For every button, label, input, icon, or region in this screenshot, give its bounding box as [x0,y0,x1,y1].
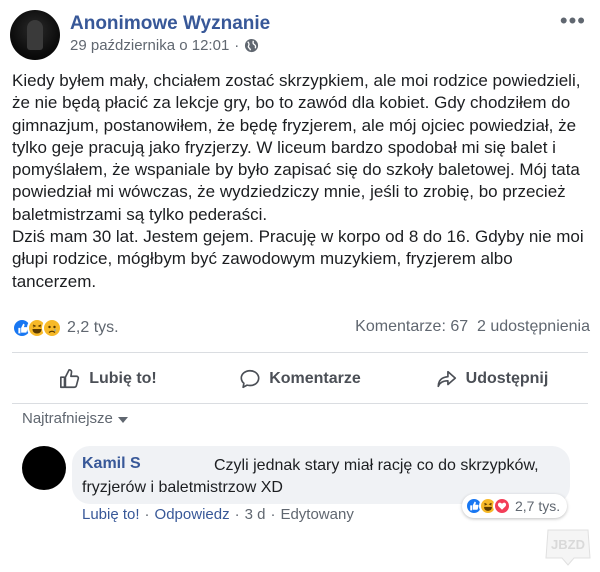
sort-label: Najtrafniejsze [22,410,113,427]
comment-reply-link[interactable]: Odpowiedz [155,506,230,523]
comment-age[interactable]: 3 d [245,506,266,523]
comment-action-dot: · [234,506,240,523]
post-actions-row: Lubię to! Komentarze Udostępnij [12,358,588,400]
comment-action-dot: · [270,506,276,523]
page-name-link[interactable]: Anonimowe Wyznanie [70,13,270,35]
comment-button[interactable]: Komentarze [204,358,396,400]
love-reaction-icon [493,497,511,515]
post-body-text: Kiedy byłem mały, chciałem zostać skrzyp… [12,71,584,291]
caret-down-icon [117,416,128,423]
more-dots-icon[interactable]: ••• [560,10,586,32]
comment-reactions[interactable]: 2,7 tys. [462,494,568,518]
globe-icon [245,38,259,53]
meta-separator: · [234,37,240,54]
comments-shares-stats: Komentarze: 67 2 udostępnienia [355,318,590,336]
share-button-label: Udostępnij [465,370,549,387]
post-meta: 29 października o 12:01 · [70,37,259,54]
stats-divider [12,352,588,353]
reactions-count: 2,2 tys. [67,319,119,336]
actions-divider [12,403,588,404]
thumbs-up-icon [60,369,80,389]
comment-text: Czyli jednak stary miał rację co do skrz… [82,457,539,496]
sad-reaction-icon [42,318,62,338]
like-button[interactable]: Lubię to! [12,358,204,400]
comments-count-link[interactable]: Komentarze: 67 [355,318,468,335]
share-button[interactable]: Udostępnij [396,358,588,400]
comment-edited-label: Edytowany [280,506,354,523]
svg-text:JBZD: JBZD [551,537,585,552]
post-stats-row: 2,2 tys. Komentarze: 67 2 udostępnienia [12,318,590,340]
comment-sort-dropdown[interactable]: Najtrafniejsze [22,410,128,427]
shares-count-link[interactable]: 2 udostępnienia [477,318,590,335]
page-avatar[interactable] [10,10,60,60]
like-button-label: Lubię to! [89,370,157,387]
comment-reactions-count: 2,7 tys. [515,498,561,514]
speech-bubble-icon [240,369,260,389]
comment-action-dot: · [144,506,150,523]
comment-like-link[interactable]: Lubię to! [82,506,140,523]
watermark-logo: JBZD [545,529,591,566]
post-reactions[interactable]: 2,2 tys. [12,318,119,338]
share-arrow-icon [437,370,456,388]
comment-actions-row: Lubię to! · Odpowiedz · 3 d · Edytowany [82,506,354,523]
post-header: Anonimowe Wyznanie 29 października o 12:… [10,10,590,62]
comment-author-avatar[interactable] [22,446,66,490]
post-timestamp[interactable]: 29 października o 12:01 [70,37,229,54]
comment-button-label: Komentarze [269,370,361,387]
